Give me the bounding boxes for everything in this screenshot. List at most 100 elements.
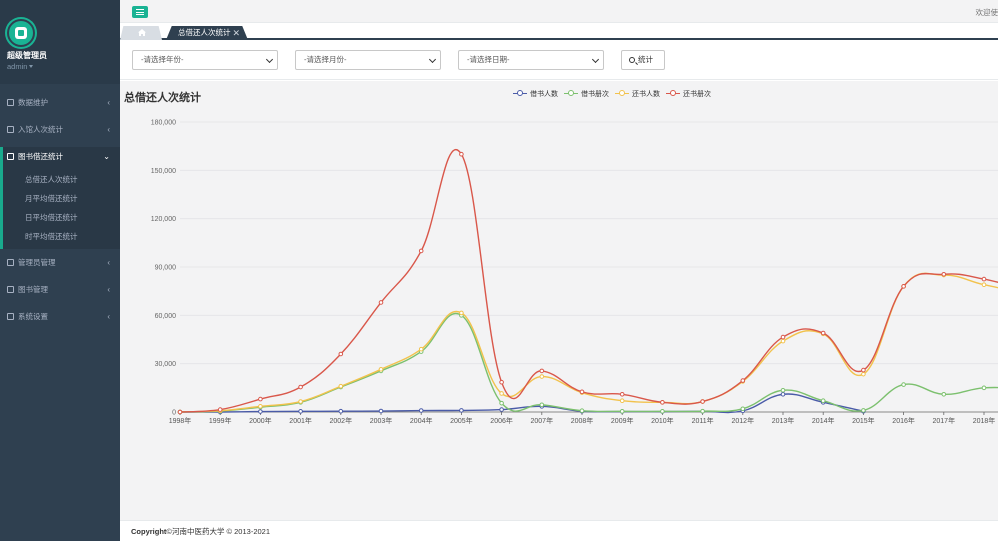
data-point <box>941 271 947 277</box>
x-tick-label: 2006年 <box>490 416 513 425</box>
x-tick-label: 1999年 <box>209 416 232 425</box>
data-point <box>539 402 545 408</box>
chevron-left-icon: ‹ <box>107 285 110 294</box>
data-point <box>740 406 746 412</box>
sidebar-item-book-management[interactable]: 图书管理 ‹ <box>0 280 120 300</box>
data-point <box>217 407 223 412</box>
sidebar-item-borrow-return-stats[interactable]: 图书借还统计 ⌄ <box>0 147 120 167</box>
sidebar-item-label: 管理员管理 <box>18 258 56 267</box>
series-line <box>179 272 998 413</box>
menu-toggle-button[interactable] <box>132 6 148 18</box>
y-tick-label: 0 <box>172 410 176 417</box>
submenu-item-daily[interactable]: 日平均借还统计 <box>25 212 78 223</box>
profile-panel: 超级管理员 admin <box>0 0 120 84</box>
submenu-item-total[interactable]: 总借还人次统计 <box>25 174 78 185</box>
date-select[interactable]: -请选择日期- <box>458 50 604 70</box>
legend-item[interactable]: 借书人数 <box>513 89 558 99</box>
sidebar-item-admin-management[interactable]: 管理员管理 ‹ <box>0 253 120 273</box>
submenu-item-hourly[interactable]: 时平均借还统计 <box>25 231 78 242</box>
legend-item[interactable]: 还书册次 <box>666 89 711 99</box>
x-tick-label: 2005年 <box>450 416 473 425</box>
series-line <box>179 312 998 413</box>
line-chart: 0 30,000 60,000 90,000 120,000 150,000 180,000… <box>151 120 998 425</box>
footer-brand: Copyright <box>131 527 167 536</box>
data-point <box>941 391 947 397</box>
sidebar-item-label: 数据维护 <box>18 98 48 107</box>
data-point <box>740 378 746 383</box>
x-tick-label: 2010年 <box>651 416 674 425</box>
data-point <box>861 367 866 373</box>
data-point <box>258 409 263 414</box>
x-tick-label: 2011年 <box>692 416 714 425</box>
sidebar-item-label: 图书管理 <box>18 285 48 294</box>
chevron-left-icon: ‹ <box>107 125 110 134</box>
legend-label: 借书册次 <box>581 91 609 98</box>
edit-icon <box>7 259 14 266</box>
legend-marker-icon <box>615 89 629 97</box>
x-tick-label: 2014年 <box>812 416 835 425</box>
legend-item[interactable]: 还书人数 <box>615 89 660 99</box>
tab-label: 总借还人次统计 <box>178 28 231 37</box>
legend-item[interactable]: 借书册次 <box>564 89 609 99</box>
edit-icon <box>7 126 14 133</box>
edit-icon <box>7 313 14 320</box>
hamburger-icon <box>136 14 144 16</box>
chevron-down-icon <box>591 55 600 64</box>
footer-text: ©河南中医药大学 © 2013-2021 <box>166 527 271 536</box>
submenu: 总借还人次统计 月平均借还统计 日平均借还统计 时平均借还统计 <box>0 167 120 249</box>
x-tick-label: 2009年 <box>611 416 634 425</box>
data-point <box>861 408 866 413</box>
year-select-value: -请选择年份- <box>141 55 184 64</box>
sidebar-item-label: 图书借还统计 <box>18 152 63 161</box>
user-name: 超级管理员 <box>7 51 47 60</box>
data-point <box>499 379 504 385</box>
legend-dot <box>517 90 523 96</box>
footer: Copyright©河南中医药大学 © 2013-2021 <box>120 520 998 541</box>
y-tick-label: 180,000 <box>151 120 176 127</box>
sidebar-item-system-settings[interactable]: 系统设置 ‹ <box>0 307 120 327</box>
data-point <box>780 387 786 393</box>
edit-icon <box>7 153 14 160</box>
submenu-item-monthly[interactable]: 月平均借还统计 <box>25 193 78 204</box>
y-tick-label: 30,000 <box>155 361 177 368</box>
x-tick-label: 2018年 <box>973 416 996 425</box>
data-point <box>981 276 987 282</box>
legend-label: 还书册次 <box>683 91 711 98</box>
month-select-value: -请选择月份- <box>304 55 347 64</box>
data-point <box>660 400 665 405</box>
data-point <box>901 284 906 289</box>
chart-title: 总借还人次统计 <box>124 92 201 104</box>
data-point <box>700 408 705 414</box>
data-point <box>177 409 183 415</box>
x-tick-label: 2000年 <box>249 416 272 425</box>
tab-home[interactable] <box>120 26 162 40</box>
close-icon[interactable]: ✕ <box>232 26 240 40</box>
chevron-down-icon <box>265 55 274 64</box>
data-point <box>780 338 786 344</box>
year-select[interactable]: -请选择年份- <box>132 50 278 70</box>
data-point <box>499 391 504 396</box>
data-point <box>298 399 303 404</box>
data-point <box>459 408 464 413</box>
tabs-bar: 总借还人次统计 ✕ <box>120 23 998 40</box>
legend-dot <box>670 90 676 96</box>
sidebar-item-data-maintenance[interactable]: 数据维护 ‹ <box>0 93 120 113</box>
data-point <box>861 371 866 377</box>
month-select[interactable]: -请选择月份- <box>295 50 441 70</box>
data-point <box>418 346 424 352</box>
sidebar-item-entry-stats[interactable]: 入馆人次统计 ‹ <box>0 120 120 140</box>
x-tick-label: 2004年 <box>410 416 433 425</box>
sidebar-item-label: 系统设置 <box>18 312 48 321</box>
user-role-dropdown[interactable]: admin <box>7 62 34 71</box>
data-point <box>378 300 384 305</box>
x-tick-label: 2001年 <box>289 416 312 425</box>
search-icon <box>629 57 635 63</box>
x-tick-label: 2002年 <box>330 416 353 425</box>
topbar: 欢迎使 <box>120 0 998 23</box>
stat-button[interactable]: 统计 <box>621 50 665 70</box>
x-tick-label: 2016年 <box>892 416 915 425</box>
edit-icon <box>7 286 14 293</box>
x-tick-label: 2017年 <box>933 416 956 425</box>
tab-total-stats[interactable]: 总借还人次统计 ✕ <box>166 26 248 40</box>
data-point <box>780 334 786 340</box>
